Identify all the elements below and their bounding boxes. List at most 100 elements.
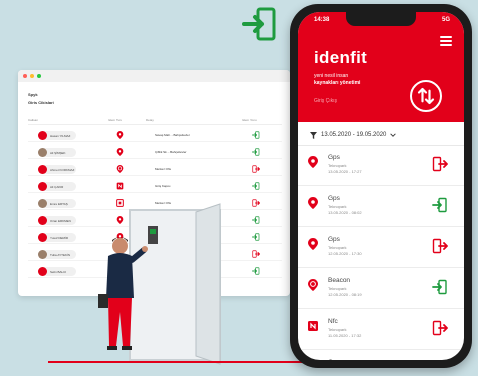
table-row[interactable]: Ahmet KORKMAZ Merkez Ofis [28,162,282,176]
check-out-icon [432,238,448,254]
employee-name: Selin BALCI [50,269,67,274]
employee-chip[interactable]: Hasan YILMAZ [38,131,76,140]
check-in-icon [252,131,260,139]
check-in-icon [252,182,260,190]
app-logo: idenfit [314,48,368,67]
entry-type: Gps [328,154,340,161]
close-dot[interactable] [23,74,27,78]
employee-name: Ozan ERKMEN [50,218,71,223]
list-item[interactable]: Nfc Teknopark 11.05.2020 - 17:32 [298,310,464,350]
filter-icon [310,131,317,139]
enter-door-icon [242,7,276,41]
list-item[interactable]: Gps Teknopark 13.05.2020 - 17:27 [298,146,464,186]
col-type[interactable]: Islem Turu [108,118,122,122]
employee-chip[interactable]: Ozan ERKMEN [38,216,76,225]
entry-location: Teknopark [328,163,347,168]
window-titlebar [18,70,290,82]
employee-name: Yusuf DEMİR [50,235,69,240]
list-item[interactable]: Gps Teknopark 13.05.2020 - 08:02 [298,187,464,227]
avatar [38,199,47,208]
hamburger-menu-icon[interactable] [440,36,452,46]
avatar [38,148,47,157]
entry-type: Gps [328,195,340,202]
avatar [38,182,47,191]
row-detail: Savaş Mah. - Bahçelievler [155,133,190,137]
entry-type: Beacon [328,277,351,284]
date-range-text: 13.05.2020 - 19.05.2020 [321,132,387,138]
entry-datetime: 13.05.2020 - 17:27 [328,169,362,174]
check-in-icon [252,233,260,241]
list-item[interactable]: GpsTeknopark11.05.2020 - 08:14 [298,351,464,360]
employee-name: Tuba AYTEKİN [50,252,71,257]
employee-chip[interactable]: Emre ERTAŞ [38,199,76,208]
employee-name: Hasan YILMAZ [50,133,71,138]
avatar [38,131,47,140]
table-row[interactable]: Ali ŞİMŞEK Çiftlik Sk. - Bahçelievler [28,145,282,159]
employee-chip[interactable]: Tuba AYTEKİN [38,250,76,259]
employee-chip[interactable]: Ahmet KORKMAZ [38,165,76,174]
maximize-dot[interactable] [37,74,41,78]
employee-name: Ali ÇAKIR [50,184,64,189]
entry-location: Teknopark [328,327,347,332]
entry-location: Teknopark [328,286,347,291]
entry-datetime: 12.05.2020 - 08:19 [328,292,362,297]
swap-arrows-icon [417,87,435,105]
tagline-line1: yeni nesil insan [314,73,349,79]
check-in-icon [252,267,260,275]
check-out-icon [432,320,448,336]
phone-device: 14:38 5G idenfit yeni nesil insan kaynak… [290,4,472,368]
entry-datetime: 12.05.2020 - 17:30 [328,251,362,256]
status-network: 5G [441,17,450,23]
list-item[interactable]: Gps Teknopark 12.05.2020 - 17:30 [298,228,464,268]
beacon-icon [116,165,124,173]
gps-icon [116,148,124,156]
row-detail: Merkez Ofis [155,167,172,171]
check-in-icon [252,216,260,224]
employee-chip[interactable]: Ali ŞİMŞEK [38,148,76,157]
check-out-icon [432,156,448,172]
date-filter[interactable]: 13.05.2020 - 19.05.2020 [310,129,397,141]
status-time: 14:38 [314,17,330,23]
employee-chip[interactable]: Selin BALCI [38,267,76,276]
desktop-subtitle: Giris Cikislari [28,100,54,105]
entry-type: Gps [328,359,340,360]
entry-location: Teknopark [328,245,347,250]
employee-name: Ali ŞİMŞEK [50,150,66,155]
app-header: 14:38 5G idenfit yeni nesil insan kaynak… [298,12,464,122]
phone-screen: 14:38 5G idenfit yeni nesil insan kaynak… [298,12,464,360]
employee-chip[interactable]: Yusuf DEMİR [38,233,76,242]
table-header: Calisan Islem Turu Detay Islem Yonu [28,115,282,125]
employee-chip[interactable]: Ali ÇAKIR [38,182,76,191]
employee-name: Ahmet KORKMAZ [50,167,75,172]
gps-icon [308,197,318,209]
desktop-title: Spyk [28,92,38,97]
person-at-door-illustration [98,203,221,365]
tagline-line2: kaynakları yönetimi [314,80,361,86]
chevron-down-icon [390,133,397,137]
floor-line [48,361,318,363]
avatar [38,216,47,225]
entry-type: Nfc [328,318,338,325]
check-out-icon [252,250,260,258]
table-row[interactable]: Hasan YILMAZ Savaş Mah. - Bahçelievler [28,128,282,142]
entry-type: Gps [328,236,340,243]
check-in-icon [252,148,260,156]
entry-location: Teknopark [328,204,347,209]
phone-notch [346,12,416,26]
entry-datetime: 11.05.2020 - 17:32 [328,333,362,338]
gps-icon [308,156,318,168]
minimize-dot[interactable] [30,74,34,78]
swap-direction-button[interactable] [410,80,442,112]
col-detail[interactable]: Detay [146,118,154,122]
col-employee[interactable]: Calisan [28,118,38,122]
col-direction[interactable]: Islem Yonu [242,118,257,122]
avatar [38,267,47,276]
row-detail: Çiftlik Sk. - Bahçelievler [155,150,187,154]
gps-icon [308,238,318,250]
page-label: Giriş Çıkış [314,98,338,104]
employee-name: Emre ERTAŞ [50,201,68,206]
check-out-icon [252,199,260,207]
entry-datetime: 13.05.2020 - 08:02 [328,210,362,215]
list-item[interactable]: Beacon Teknopark 12.05.2020 - 08:19 [298,269,464,309]
check-out-icon [252,165,260,173]
